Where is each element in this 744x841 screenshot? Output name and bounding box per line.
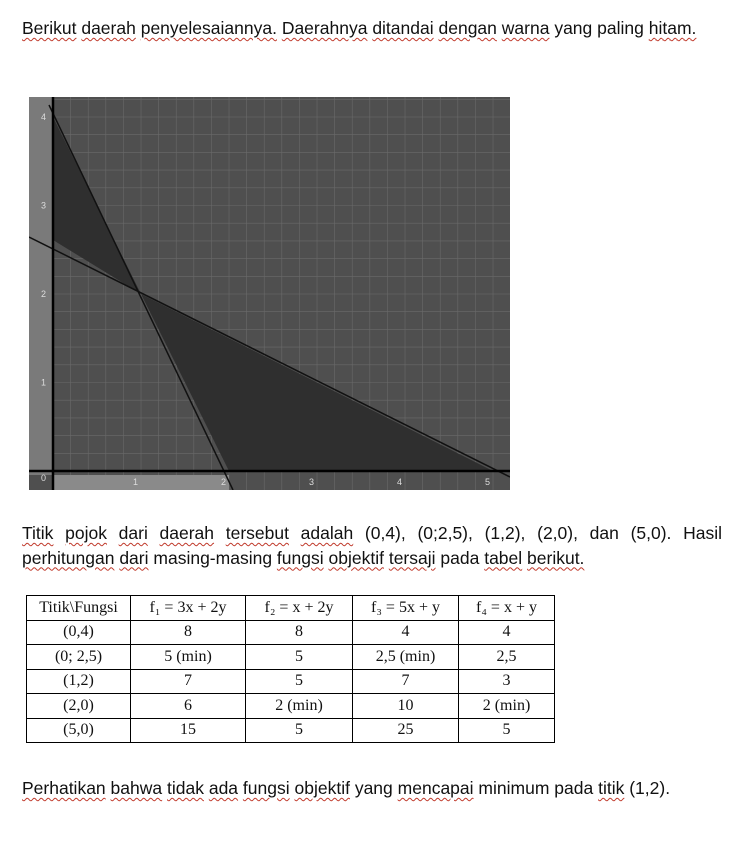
word: objektif: [294, 778, 350, 798]
table-cell: 5: [458, 717, 555, 743]
table-cell: 2,5 (min): [352, 644, 459, 670]
table-cell: 25: [352, 717, 459, 743]
word: yang: [554, 18, 593, 38]
word: daerah: [81, 18, 136, 38]
word: (0;2,5),: [417, 523, 473, 543]
table-cell: 8: [245, 619, 353, 645]
table-cell: 8: [130, 619, 246, 645]
table-header-row: Titik\Fungsi f₁ = 3x + 2y f₂ = x + 2y f₃…: [26, 595, 555, 621]
word: tidak: [167, 778, 204, 798]
word: yang: [354, 778, 393, 798]
table-cell: (0; 2,5): [26, 644, 131, 670]
table-cell: 5: [245, 668, 353, 694]
word: fungsi: [242, 778, 290, 798]
table-cell: 6: [130, 693, 246, 719]
word: pojok: [65, 523, 107, 543]
intro-paragraph: Berikut daerah penyelesaiannya. Daerahny…: [22, 16, 722, 41]
table-cell: 10: [352, 693, 459, 719]
word: (1,2).: [629, 778, 671, 798]
word: (2,0),: [537, 523, 578, 543]
header-cell: Titik\Fungsi: [26, 595, 131, 621]
word: ditandai: [372, 18, 434, 38]
x-tick-label: 3: [309, 477, 314, 487]
word: tersebut: [225, 523, 289, 543]
header-cell: f₂ = x + 2y: [245, 595, 353, 621]
word: (1,2),: [484, 523, 526, 543]
word: (5,0).: [630, 523, 672, 543]
word: bahwa: [110, 778, 163, 798]
table-row: (1,2) 7 5 7 3: [26, 668, 555, 694]
word: dengan: [438, 18, 497, 38]
table-cell: (5,0): [26, 717, 131, 743]
bottom-light-strip: [53, 475, 229, 490]
x-tick-label: 1: [133, 477, 138, 487]
table-cell: 7: [130, 668, 246, 694]
word: Titik: [22, 523, 54, 543]
word: fungsi: [276, 547, 324, 568]
header-cell: f₄ = x + y: [458, 595, 555, 621]
feasible-region-graph: 0 1 2 3 4 5 1 2 3 4: [29, 97, 510, 490]
word: pada: [440, 547, 480, 568]
x-tick-label: 5: [485, 477, 490, 487]
word: Hasil: [683, 523, 723, 543]
word: masing-masing: [153, 547, 273, 568]
word: titik: [598, 778, 625, 798]
word: perhitungan: [22, 547, 115, 568]
table-row: (5,0) 15 5 25 5: [26, 717, 555, 743]
table-cell: (2,0): [26, 693, 131, 719]
word: dari: [119, 547, 149, 568]
y-tick-label: 3: [41, 201, 46, 211]
conclusion-paragraph: Perhatikan bahwa tidak ada fungsi objekt…: [22, 776, 722, 801]
table-cell: (1,2): [26, 668, 131, 694]
table-cell: 4: [352, 619, 459, 645]
objective-function-table: Titik\Fungsi f₁ = 3x + 2y f₂ = x + 2y f₃…: [26, 595, 555, 743]
word: (0,4),: [364, 523, 406, 543]
word: Perhatikan: [22, 778, 106, 798]
table-cell: 7: [352, 668, 459, 694]
word: Daerahnya: [281, 18, 368, 38]
word: minimum: [478, 778, 550, 798]
y-tick-label: 4: [41, 112, 46, 122]
word: ada: [208, 778, 239, 798]
table-cell: 4: [458, 619, 555, 645]
table-cell: 5: [245, 717, 353, 743]
word: hitam.: [648, 18, 697, 38]
table-cell: 5 (min): [130, 644, 246, 670]
word: tersaji: [388, 547, 436, 568]
table-cell: 5: [245, 644, 353, 670]
word: tabel: [484, 547, 523, 568]
word: warna: [501, 18, 550, 38]
x-tick-label: 4: [397, 477, 402, 487]
corner-points-paragraph: Titik pojok dari daerah tersebut adalah …: [22, 521, 722, 570]
word: dan: [589, 523, 619, 543]
table-row: (0; 2,5) 5 (min) 5 2,5 (min) 2,5: [26, 644, 555, 670]
y-tick-label: 1: [41, 378, 46, 388]
table-cell: 3: [458, 668, 555, 694]
y-tick-label: 2: [41, 289, 46, 299]
word: dari: [118, 523, 148, 543]
word: daerah: [159, 523, 215, 543]
word: berikut.: [527, 547, 585, 568]
table-row: (2,0) 6 2 (min) 10 2 (min): [26, 693, 555, 719]
left-light-strip: [29, 97, 53, 475]
word: mencapai: [397, 778, 474, 798]
x-tick-label: 0: [41, 473, 46, 483]
word: pada: [554, 778, 594, 798]
word: Berikut: [22, 18, 77, 38]
table-cell: 15: [130, 717, 246, 743]
table-cell: 2 (min): [245, 693, 353, 719]
table-row: (0,4) 8 8 4 4: [26, 619, 555, 645]
x-tick-label: 2: [221, 477, 226, 487]
header-cell: f₃ = 5x + y: [352, 595, 459, 621]
word: adalah: [300, 523, 354, 543]
table-cell: 2,5: [458, 644, 555, 670]
word: paling: [597, 18, 644, 38]
header-cell: f₁ = 3x + 2y: [130, 595, 246, 621]
table-cell: 2 (min): [458, 693, 555, 719]
word: objektif: [328, 547, 384, 568]
word: penyelesaiannya.: [140, 18, 277, 38]
table-cell: (0,4): [26, 619, 131, 645]
